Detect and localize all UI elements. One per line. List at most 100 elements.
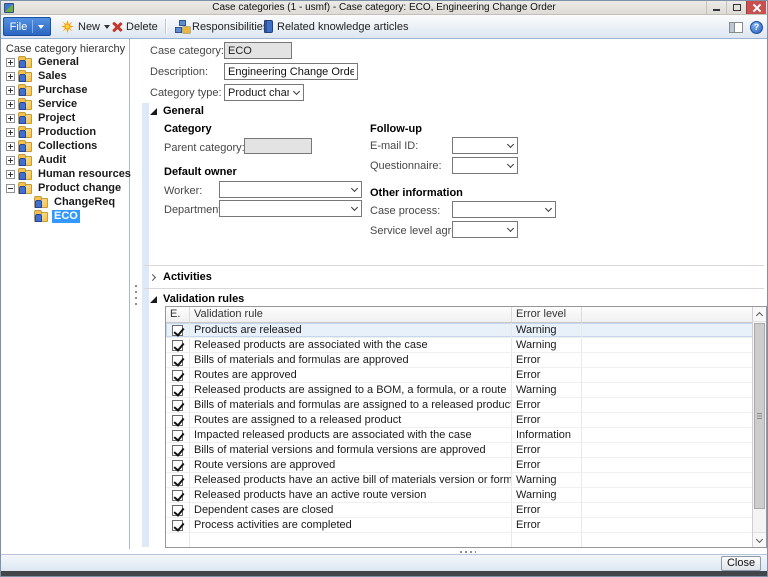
tree-item-purchase[interactable]: Purchase bbox=[4, 83, 129, 97]
rule-enabled-checkbox[interactable] bbox=[172, 399, 183, 411]
description-field[interactable] bbox=[224, 63, 358, 80]
department-label: Department: bbox=[164, 204, 225, 216]
validation-rule-row[interactable]: Routes are approved Error bbox=[166, 368, 766, 383]
rule-enabled-checkbox[interactable] bbox=[172, 519, 183, 531]
validation-rule-row[interactable]: Released products are assigned to a BOM,… bbox=[166, 383, 766, 398]
tree-item-audit[interactable]: Audit bbox=[4, 153, 129, 167]
collapse-icon[interactable] bbox=[6, 183, 15, 193]
rule-enabled-checkbox[interactable] bbox=[172, 354, 183, 366]
worker-dropdown[interactable] bbox=[219, 181, 362, 198]
tree-item-production[interactable]: Production bbox=[4, 125, 129, 139]
responsibilities-button[interactable]: Responsibilities bbox=[172, 17, 271, 36]
validation-rule-row[interactable]: Route versions are approved Error bbox=[166, 458, 766, 473]
questionnaire-dropdown[interactable] bbox=[452, 157, 518, 174]
table-scrollbar[interactable] bbox=[752, 307, 766, 547]
delete-button[interactable]: Delete bbox=[109, 17, 161, 36]
tree-item-eco[interactable]: ECO bbox=[4, 209, 129, 223]
section-expanded-icon bbox=[150, 107, 157, 115]
tree-item-changereq[interactable]: ChangeReq bbox=[4, 195, 129, 209]
rule-enabled-checkbox[interactable] bbox=[172, 369, 183, 381]
general-section-header[interactable]: General bbox=[150, 105, 204, 117]
validation-rule-row[interactable]: Bills of materials and formulas are appr… bbox=[166, 353, 766, 368]
close-button[interactable]: Close bbox=[721, 556, 761, 571]
expand-icon[interactable] bbox=[6, 85, 15, 95]
help-icon[interactable]: ? bbox=[750, 20, 763, 34]
dropdown-button[interactable] bbox=[541, 202, 555, 217]
rule-error-level-cell: Error bbox=[512, 443, 582, 457]
validation-rule-row[interactable]: Impacted released products are associate… bbox=[166, 428, 766, 443]
rule-enabled-checkbox[interactable] bbox=[172, 489, 183, 501]
service-level-agreement-dropdown[interactable] bbox=[452, 221, 518, 238]
department-dropdown[interactable] bbox=[219, 200, 362, 217]
chevron-down-icon bbox=[506, 140, 514, 148]
section-collapsed-icon bbox=[148, 273, 157, 281]
expand-icon[interactable] bbox=[6, 71, 15, 81]
minimize-button[interactable] bbox=[706, 1, 726, 14]
validation-rules-section-header[interactable]: Validation rules bbox=[150, 293, 244, 305]
dropdown-button[interactable] bbox=[503, 158, 517, 173]
file-menu-button[interactable]: File bbox=[3, 17, 51, 36]
rule-name-cell: Routes are approved bbox=[190, 368, 512, 382]
rule-enabled-checkbox[interactable] bbox=[172, 384, 183, 396]
validation-rule-row[interactable]: Dependent cases are closed Error bbox=[166, 503, 766, 518]
tree-item-label: Service bbox=[38, 97, 78, 110]
column-header-enabled[interactable]: E. bbox=[166, 307, 190, 322]
related-knowledge-articles-button[interactable]: Related knowledge articles bbox=[261, 17, 411, 36]
validation-rule-row[interactable]: Released products have an active route v… bbox=[166, 488, 766, 503]
rule-enabled-checkbox[interactable] bbox=[172, 444, 183, 456]
rule-enabled-checkbox[interactable] bbox=[172, 414, 183, 426]
tree-item-general[interactable]: General bbox=[4, 55, 129, 69]
expand-icon[interactable] bbox=[6, 57, 15, 67]
category-folder-icon bbox=[18, 112, 32, 124]
validation-rule-row[interactable]: Bills of material versions and formula v… bbox=[166, 443, 766, 458]
expand-icon[interactable] bbox=[6, 169, 15, 179]
rule-enabled-checkbox[interactable] bbox=[172, 459, 183, 471]
rule-enabled-checkbox[interactable] bbox=[172, 474, 183, 486]
dropdown-button[interactable] bbox=[503, 222, 517, 237]
related-knowledge-articles-label: Related knowledge articles bbox=[277, 20, 409, 33]
validation-rule-row[interactable]: Products are released Warning bbox=[166, 323, 766, 338]
rule-filler-cell bbox=[582, 458, 752, 472]
dropdown-button[interactable] bbox=[347, 182, 361, 197]
column-header-validation-rule[interactable]: Validation rule bbox=[190, 307, 512, 322]
navigation-pane-icon[interactable] bbox=[729, 21, 743, 33]
case-category-field[interactable] bbox=[224, 42, 292, 59]
validation-rule-row[interactable]: Released products have an active bill of… bbox=[166, 473, 766, 488]
tree-item-human-resources[interactable]: Human resources bbox=[4, 167, 131, 181]
dropdown-button[interactable] bbox=[347, 201, 361, 216]
activities-section-header[interactable]: Activities bbox=[148, 271, 212, 283]
scroll-down-button[interactable] bbox=[753, 532, 766, 547]
expand-icon[interactable] bbox=[6, 155, 15, 165]
rule-enabled-checkbox[interactable] bbox=[172, 504, 183, 516]
tree-item-service[interactable]: Service bbox=[4, 97, 129, 111]
expand-icon[interactable] bbox=[6, 113, 15, 123]
validation-rule-row[interactable]: Process activities are completed Error bbox=[166, 518, 766, 533]
dropdown-button[interactable] bbox=[503, 138, 517, 153]
expand-icon[interactable] bbox=[6, 141, 15, 151]
new-button[interactable]: New bbox=[58, 17, 113, 36]
rule-enabled-checkbox[interactable] bbox=[172, 324, 183, 336]
tree-item-sales[interactable]: Sales bbox=[4, 69, 129, 83]
validation-rule-row[interactable]: Released products are associated with th… bbox=[166, 338, 766, 353]
scroll-up-button[interactable] bbox=[753, 307, 766, 322]
column-header-error-level[interactable]: Error level bbox=[512, 307, 582, 322]
dropdown-button[interactable] bbox=[289, 85, 303, 100]
restore-button[interactable] bbox=[726, 1, 746, 14]
tree-item-project[interactable]: Project bbox=[4, 111, 129, 125]
parent-category-field[interactable] bbox=[244, 138, 312, 154]
vertical-splitter[interactable] bbox=[131, 39, 142, 549]
rule-enabled-checkbox[interactable] bbox=[172, 339, 183, 351]
email-id-dropdown[interactable] bbox=[452, 137, 518, 154]
close-window-button[interactable] bbox=[746, 1, 766, 14]
validation-rule-row[interactable]: Routes are assigned to a released produc… bbox=[166, 413, 766, 428]
validation-rule-row[interactable]: Bills of materials and formulas are assi… bbox=[166, 398, 766, 413]
tree-item-product-change[interactable]: Product change bbox=[4, 181, 129, 195]
rule-enabled-checkbox[interactable] bbox=[172, 429, 183, 441]
expand-icon[interactable] bbox=[6, 127, 15, 137]
scrollbar-thumb[interactable] bbox=[754, 323, 765, 509]
category-type-dropdown[interactable]: Product change bbox=[224, 84, 304, 101]
new-button-label: New bbox=[78, 20, 101, 33]
case-process-dropdown[interactable] bbox=[452, 201, 556, 218]
expand-icon[interactable] bbox=[6, 99, 15, 109]
tree-item-collections[interactable]: Collections bbox=[4, 139, 129, 153]
